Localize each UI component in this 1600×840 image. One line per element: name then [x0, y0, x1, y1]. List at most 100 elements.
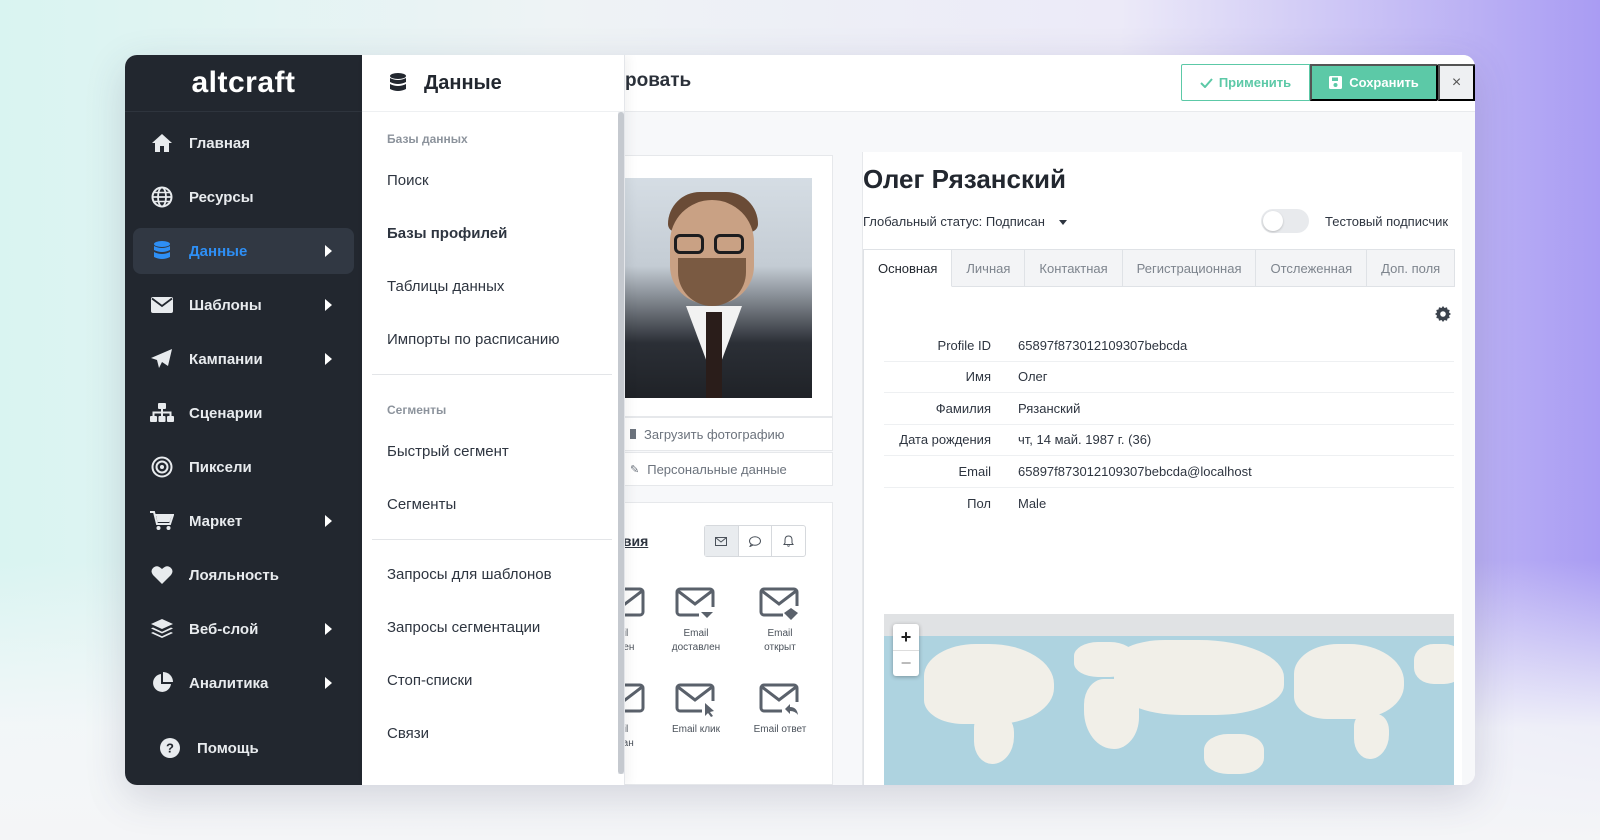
zoom-in-button[interactable]: + — [893, 624, 919, 650]
submenu-item-segmentation-queries[interactable]: Запросы сегментации — [362, 601, 624, 654]
submenu-section-segments: Сегменты — [387, 403, 447, 417]
floppy-disk-icon — [1329, 76, 1343, 89]
profile-fields-table: Profile ID 65897f873012109307bebcda Имя Ол… — [884, 330, 1454, 519]
question-circle-icon: ? — [157, 737, 183, 759]
main-content: Загрузить фотографию ✎ Персональные данн… — [605, 112, 1475, 785]
field-label: Дата рождения — [899, 432, 991, 448]
tab-registration[interactable]: Регистрационная — [1122, 249, 1257, 287]
sidebar-item-market[interactable]: Маркет — [133, 498, 354, 544]
event-label: Email открыт — [764, 628, 796, 653]
event-email-reply[interactable]: Email ответ — [740, 681, 820, 737]
globe-icon — [149, 186, 175, 208]
submenu-item-data-tables[interactable]: Таблицы данных — [362, 260, 624, 313]
event-email-opened[interactable]: Email открыт — [740, 585, 820, 655]
upload-photo-button[interactable]: Загрузить фотографию — [615, 417, 833, 451]
logo[interactable]: altcraft — [125, 55, 362, 112]
chevron-right-icon — [325, 515, 332, 527]
test-subscriber-toggle[interactable] — [1261, 209, 1309, 233]
submenu-item-stop-lists[interactable]: Стоп-списки — [362, 654, 624, 707]
tab-panel-main: Profile ID 65897f873012109307bebcda Имя Ол… — [863, 286, 1463, 785]
paper-plane-icon — [149, 348, 175, 370]
field-value: Олег — [1018, 369, 1048, 385]
field-row: Дата рождения чт, 14 май. 1987 г. (36) — [884, 425, 1454, 456]
sidebar-item-loyalty[interactable]: Лояльность — [133, 552, 354, 598]
sidebar-item-resources[interactable]: Ресурсы — [133, 174, 354, 220]
sidebar-item-help[interactable]: ? Помощь — [141, 725, 362, 771]
global-status[interactable]: Глобальный статус: Подписан — [863, 214, 1067, 229]
field-row: Имя Олег — [884, 362, 1454, 393]
field-label: Имя — [965, 369, 991, 385]
close-button[interactable]: × — [1438, 64, 1475, 101]
event-email-click[interactable]: Email клик — [656, 681, 736, 737]
data-submenu: Данные Базы данных Поиск Базы профилей Т… — [362, 55, 625, 785]
apply-button[interactable]: Применить — [1181, 64, 1310, 101]
upload-icon — [630, 429, 636, 439]
sidebar-item-scenarios[interactable]: Сценарии — [133, 390, 354, 436]
help-label: Помощь — [197, 739, 259, 757]
submenu-item-profile-bases[interactable]: Базы профилей — [362, 207, 624, 260]
submenu-item-scheduled-imports[interactable]: Импорты по расписанию — [362, 313, 624, 366]
field-label: Email — [958, 463, 991, 479]
zoom-out-button[interactable]: − — [893, 650, 919, 676]
submenu-item-template-queries[interactable]: Запросы для шаблонов — [362, 548, 624, 601]
event-email-delivered[interactable]: Email доставлен — [656, 585, 736, 655]
sidebar-item-label: Маркет — [189, 512, 243, 530]
tab-extra-fields[interactable]: Доп. поля — [1367, 249, 1456, 287]
page-title: ровать — [625, 70, 692, 91]
sidebar-item-analytics[interactable]: Аналитика — [133, 660, 354, 706]
gear-icon[interactable] — [1435, 306, 1451, 327]
layers-icon — [149, 618, 175, 640]
submenu-header: Данные — [362, 55, 624, 112]
push-channel-tab[interactable] — [772, 526, 805, 556]
world-map[interactable]: + − — [884, 614, 1454, 785]
email-delivered-icon — [675, 587, 715, 621]
field-value: 65897f873012109307bebcda — [1018, 337, 1188, 353]
submenu-scrollbar[interactable] — [618, 112, 624, 774]
cart-icon — [149, 510, 175, 532]
chevron-right-icon — [325, 299, 332, 311]
photo-card — [615, 155, 833, 417]
divider — [372, 539, 612, 540]
sidebar-item-label: Лояльность — [189, 566, 279, 584]
tab-personal[interactable]: Личная — [952, 249, 1026, 287]
submenu-item-search[interactable]: Поиск — [362, 154, 624, 207]
sidebar-item-data[interactable]: Данные — [133, 228, 354, 274]
chat-channel-tab[interactable] — [739, 526, 773, 556]
sidebar: altcraft Главная Ресурсы Данные Шаблоны — [125, 55, 362, 785]
sidebar-item-web-layer[interactable]: Веб-слой — [133, 606, 354, 652]
email-reply-icon — [759, 683, 800, 718]
field-row: Email 65897f873012109307bebcda@localhost — [884, 456, 1454, 488]
tab-tracked[interactable]: Отслеженная — [1256, 249, 1368, 287]
sidebar-item-templates[interactable]: Шаблоны — [133, 282, 354, 328]
sidebar-item-campaigns[interactable]: Кампании — [133, 336, 354, 382]
sidebar-item-label: Шаблоны — [189, 296, 262, 314]
submenu-item-segments[interactable]: Сегменты — [362, 478, 624, 531]
envelope-icon — [149, 294, 175, 316]
event-label: Email доставлен — [671, 628, 721, 653]
personal-data-button[interactable]: ✎ Персональные данные — [615, 452, 833, 486]
bell-icon — [783, 535, 795, 547]
actions-card: твия il лен Email доставлен Email открыт… — [605, 502, 833, 785]
pie-chart-icon — [149, 672, 175, 694]
field-value: Рязанский — [1018, 400, 1081, 416]
sidebar-item-pixels[interactable]: Пиксели — [133, 444, 354, 490]
event-label: Email ответ — [753, 724, 807, 735]
sidebar-item-label: Сценарии — [189, 404, 263, 422]
sidebar-item-home[interactable]: Главная — [133, 120, 354, 166]
save-button[interactable]: Сохранить — [1310, 64, 1438, 101]
scrollbar-thumb[interactable] — [618, 112, 624, 774]
database-icon — [388, 72, 408, 94]
sidebar-item-label: Аналитика — [189, 674, 269, 692]
tab-contact[interactable]: Контактная — [1025, 249, 1123, 287]
sidebar-item-label: Пиксели — [189, 458, 252, 476]
tab-main[interactable]: Основная — [863, 249, 953, 287]
pencil-icon: ✎ — [630, 463, 640, 476]
field-label: Profile ID — [937, 337, 991, 353]
app-window: altcraft Главная Ресурсы Данные Шаблоны — [125, 55, 1475, 785]
submenu-item-quick-segment[interactable]: Быстрый сегмент — [362, 425, 624, 478]
field-value: 65897f873012109307bebcda@localhost — [1018, 463, 1252, 479]
email-channel-tab[interactable] — [705, 526, 739, 556]
caret-down-icon — [1058, 220, 1067, 226]
chevron-right-icon — [325, 245, 332, 257]
submenu-item-links[interactable]: Связи — [362, 707, 624, 760]
